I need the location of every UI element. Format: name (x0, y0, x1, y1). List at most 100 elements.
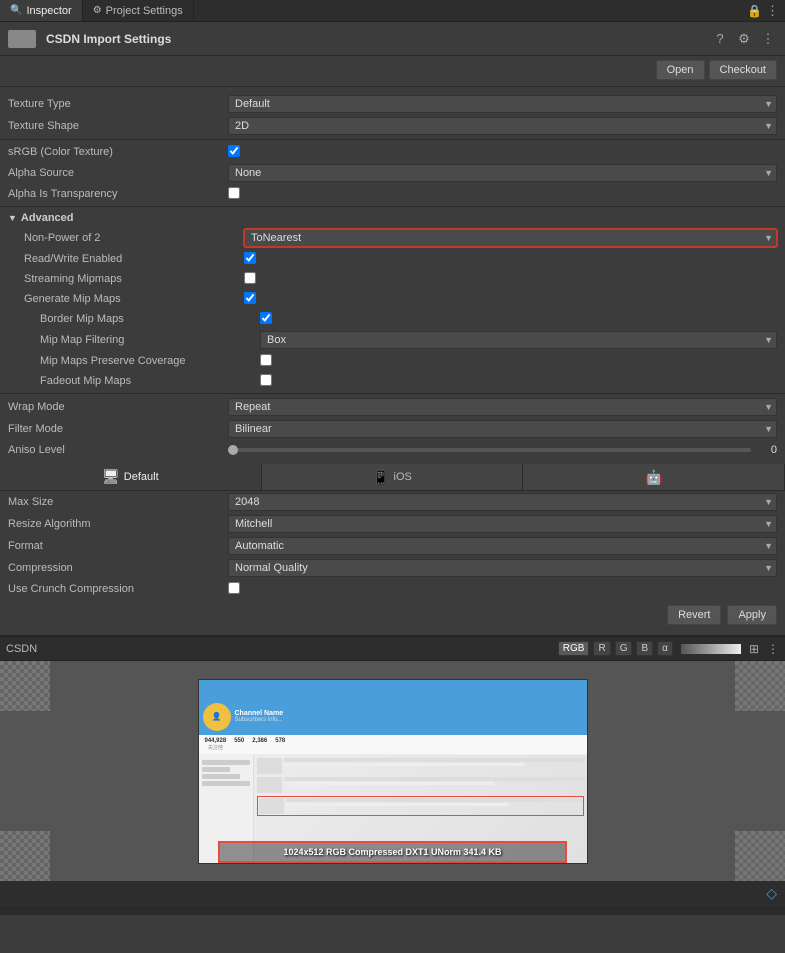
compression-select[interactable]: None Low Quality Normal Quality High Qua… (228, 559, 777, 577)
max-size-select[interactable]: 32 64 128 256 512 1024 2048 4096 8192 (228, 493, 777, 511)
aniso-slider-thumb[interactable] (228, 445, 238, 455)
platform-tab-default[interactable]: 🖥 Default (0, 464, 262, 490)
checker-corner-bl (0, 831, 50, 881)
streaming-mips-checkbox[interactable] (244, 272, 256, 284)
texture-type-select[interactable]: Default Normal Map Sprite (2D and UI) Cu… (228, 95, 777, 113)
preview-area: CSDN RGB R G B α ⊞ ⋮ 👤 Channel Name (0, 635, 785, 915)
resize-algorithm-select[interactable]: Mitchell Bilinear (228, 515, 777, 533)
preview-screenshot: 👤 Channel Name Subscribers info... 944,9… (198, 679, 588, 864)
brightness-slider[interactable] (681, 644, 741, 654)
tab-bar: 🔍 Inspector ⚙ Project Settings 🔒 ⋮ (0, 0, 785, 22)
wrap-mode-label: Wrap Mode (8, 401, 228, 413)
channel-rgb-button[interactable]: RGB (558, 641, 590, 656)
preview-more-icon[interactable]: ⋮ (767, 642, 779, 656)
more-options-icon[interactable]: ⋮ (759, 30, 777, 48)
compression-row: Compression None Low Quality Normal Qual… (0, 557, 785, 579)
srgb-checkbox[interactable] (228, 145, 240, 157)
divider-4 (0, 393, 785, 394)
project-settings-icon: ⚙ (93, 5, 102, 16)
crunch-label: Use Crunch Compression (8, 583, 228, 595)
apply-button[interactable]: Apply (727, 605, 777, 625)
stat-4: 578 (275, 738, 285, 751)
mip-preserve-checkbox[interactable] (260, 354, 272, 366)
compression-label: Compression (8, 562, 228, 574)
wrap-mode-value: Repeat Clamp Mirror Mirror Once ▼ (228, 398, 777, 416)
read-write-checkbox-wrap (244, 252, 777, 267)
channel-alpha-button[interactable]: α (657, 641, 673, 656)
checker-corner-br (735, 831, 785, 881)
resize-algorithm-value: Mitchell Bilinear ▼ (228, 515, 777, 533)
texture-shape-select[interactable]: 2D Cube 2D Array 3D (228, 117, 777, 135)
format-select[interactable]: Automatic RGB 24 bit RGBA 32 bit (228, 537, 777, 555)
texture-type-row: Texture Type Default Normal Map Sprite (… (0, 93, 785, 115)
tab-project-settings[interactable]: ⚙ Project Settings (83, 0, 194, 21)
preview-sprite-icon: ◇ (766, 885, 777, 902)
divider-2 (0, 139, 785, 140)
logo-box (8, 30, 36, 48)
read-write-label: Read/Write Enabled (24, 253, 244, 265)
alpha-source-value: None Input Texture Alpha From Gray Scale… (228, 164, 777, 182)
aniso-level-row: Aniso Level 0 (0, 440, 785, 460)
crunch-checkbox[interactable] (228, 582, 240, 594)
open-button[interactable]: Open (656, 60, 705, 80)
resize-algorithm-row: Resize Algorithm Mitchell Bilinear ▼ (0, 513, 785, 535)
platform-tab-android[interactable]: 🤖 (523, 464, 785, 490)
wrap-mode-row: Wrap Mode Repeat Clamp Mirror Mirror Onc… (0, 396, 785, 418)
texture-shape-label: Texture Shape (8, 120, 228, 132)
alpha-transparency-label: Alpha Is Transparency (8, 188, 228, 200)
checker-corner-tl (0, 661, 50, 711)
alpha-source-select[interactable]: None Input Texture Alpha From Gray Scale (228, 164, 777, 182)
list-item-highlighted (257, 796, 584, 816)
preview-bottom: ◇ (0, 881, 785, 906)
mip-filtering-select[interactable]: Box Kaiser (260, 331, 777, 349)
checker-corner-tr (735, 661, 785, 711)
srgb-row: sRGB (Color Texture) (0, 142, 785, 162)
generate-mip-label: Generate Mip Maps (24, 293, 244, 305)
platform-ios-icon: 📱 (372, 469, 389, 486)
revert-button[interactable]: Revert (667, 605, 721, 625)
list-item-1 (257, 758, 584, 774)
compression-value: None Low Quality Normal Quality High Qua… (228, 559, 777, 577)
bottom-btns: Revert Apply (0, 599, 785, 631)
non-power-select[interactable]: None ToNearest ToLarger ToSmaller (244, 229, 777, 247)
aniso-slider-value: 0 (757, 444, 777, 456)
lock-icon[interactable]: 🔒 (747, 4, 762, 18)
border-mip-row: Border Mip Maps (0, 309, 785, 329)
border-mip-checkbox[interactable] (260, 312, 272, 324)
fadeout-mip-checkbox[interactable] (260, 374, 272, 386)
advanced-section-header[interactable]: ▼ Advanced (0, 209, 785, 227)
platform-tab-ios[interactable]: 📱 iOS (262, 464, 524, 490)
channel-r-button[interactable]: R (593, 641, 610, 656)
read-write-checkbox[interactable] (244, 252, 256, 264)
platform-default-icon: 🖥 (102, 468, 120, 485)
alpha-transparency-row: Alpha Is Transparency (0, 184, 785, 204)
wrap-mode-select[interactable]: Repeat Clamp Mirror Mirror Once (228, 398, 777, 416)
channel-b-button[interactable]: B (636, 641, 653, 656)
preview-title: CSDN (6, 643, 554, 655)
platform-ios-label: iOS (394, 471, 412, 483)
generate-mip-checkbox[interactable] (244, 292, 256, 304)
stats-bar: 944,928 关注他 550 2,386 578 (199, 735, 587, 755)
tab-bar-more-icon[interactable]: ⋮ (766, 3, 779, 19)
generate-mip-checkbox-wrap (244, 292, 777, 307)
advanced-label: Advanced (21, 212, 74, 224)
checkout-button[interactable]: Checkout (709, 60, 777, 80)
mip-filtering-value: Box Kaiser ▼ (260, 331, 777, 349)
alpha-source-row: Alpha Source None Input Texture Alpha Fr… (0, 162, 785, 184)
list-item-2 (257, 777, 584, 793)
format-value: Automatic RGB 24 bit RGBA 32 bit ▼ (228, 537, 777, 555)
screenshot-header: 👤 Channel Name Subscribers info... (199, 680, 587, 735)
filter-mode-select[interactable]: Point (no filter) Bilinear Trilinear (228, 420, 777, 438)
generate-mip-row: Generate Mip Maps (0, 289, 785, 309)
channel-g-button[interactable]: G (615, 641, 633, 656)
screenshot-inner: 👤 Channel Name Subscribers info... 944,9… (199, 680, 587, 863)
stat-2: 550 (234, 738, 244, 751)
inspector-tab-label: Inspector (26, 5, 71, 17)
settings-icon[interactable]: ⚙ (735, 30, 753, 48)
alpha-transparency-checkbox[interactable] (228, 187, 240, 199)
tab-inspector[interactable]: 🔍 Inspector (0, 0, 83, 21)
platform-android-icon: 🤖 (645, 469, 662, 486)
crunch-checkbox-wrap (228, 582, 777, 597)
checkerboard-icon[interactable]: ⊞ (749, 642, 759, 656)
help-icon[interactable]: ? (711, 30, 729, 48)
